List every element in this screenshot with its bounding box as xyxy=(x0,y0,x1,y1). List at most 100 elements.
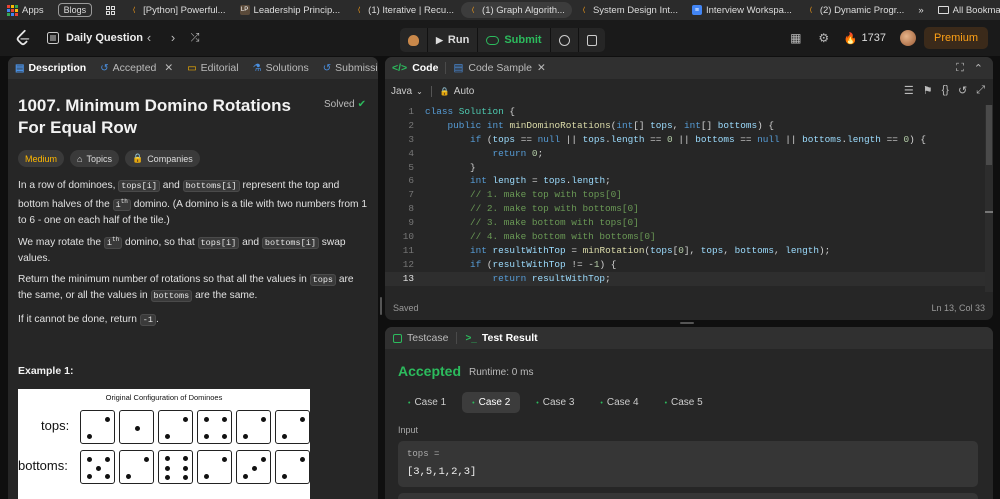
pip xyxy=(165,434,171,439)
tab-accepted[interactable]: ↺ Accepted ✕ xyxy=(93,57,180,79)
tab-editorial[interactable]: ▭ Editorial xyxy=(180,57,245,79)
format-icon[interactable]: ☰ xyxy=(904,84,914,97)
inline-code: tops[i] xyxy=(118,180,160,192)
bookmark-label: (1) Graph Algorith... xyxy=(482,4,565,16)
text: If it cannot be done, return xyxy=(18,314,140,325)
leetcode-logo-icon[interactable] xyxy=(14,29,32,47)
next-problem-button[interactable]: › xyxy=(166,31,180,45)
bookmark-leadership-principles[interactable]: LP Leadership Princip... xyxy=(233,0,348,20)
language-select[interactable]: Java ⌄ xyxy=(391,86,423,97)
bookmark-system-design[interactable]: ⟨ System Design Int... xyxy=(572,0,685,20)
pip xyxy=(299,457,305,462)
close-icon[interactable]: ✕ xyxy=(164,62,173,74)
pip xyxy=(243,474,249,479)
submit-label: Submit xyxy=(504,34,542,46)
inline-code: bottoms[i] xyxy=(182,180,240,192)
code-line[interactable]: 8 // 2. make top with bottoms[0] xyxy=(385,202,985,216)
code-line[interactable]: 12 if (resultWithTop != -1) { xyxy=(385,258,985,272)
pip xyxy=(282,434,288,439)
streak-counter[interactable]: 🔥 1737 xyxy=(844,32,886,45)
tab-code-sample[interactable]: ▤ Code Sample ✕ xyxy=(446,57,552,79)
pass-dot-icon: • xyxy=(536,400,539,407)
streak-count: 1737 xyxy=(861,32,886,44)
braces-icon[interactable]: {} xyxy=(942,84,949,97)
timer-button[interactable] xyxy=(551,28,578,52)
maximize-icon[interactable]: ⛶ xyxy=(956,62,964,75)
tab-test-result[interactable]: >_ Test Result xyxy=(457,327,545,349)
bookmark-python-powerful[interactable]: ⟨ [Python] Powerful... xyxy=(122,0,232,20)
code-line[interactable]: 11 int resultWithTop = minRotation(tops[… xyxy=(385,244,985,258)
prev-problem-button[interactable]: ‹ xyxy=(142,31,156,45)
close-icon[interactable]: ✕ xyxy=(537,62,546,74)
code-line[interactable]: 2 public int minDominoRotations(int[] to… xyxy=(385,119,985,133)
line-number: 10 xyxy=(402,231,414,243)
code-text: // 2. make top with bottoms[0] xyxy=(470,203,639,215)
code-line[interactable]: 5 } xyxy=(385,161,985,175)
code-line[interactable]: 4 return 0; xyxy=(385,147,985,161)
code-line[interactable]: 13 return resultWithTop; xyxy=(385,271,985,286)
pip xyxy=(104,417,110,422)
debug-button[interactable] xyxy=(400,28,427,52)
code-editor[interactable]: 1 class Solution {2 public int minDominoR… xyxy=(385,105,985,292)
all-bookmarks-button[interactable]: All Bookmarks xyxy=(931,0,1000,20)
scroll-thumb[interactable] xyxy=(986,105,992,165)
domino-half xyxy=(236,450,271,484)
tab-code[interactable]: </> Code xyxy=(385,57,445,79)
tab-description[interactable]: ▤ Description xyxy=(8,57,93,79)
code-line[interactable]: 6 int length = tops.length; xyxy=(385,174,985,188)
bookmark-grid[interactable] xyxy=(99,0,122,20)
bookmark-dynamic-programming[interactable]: ⟨ (2) Dynamic Progr... xyxy=(799,0,911,20)
chevron-down-icon: ⌄ xyxy=(416,86,423,96)
expand-icon[interactable]: ⤢ xyxy=(976,84,985,97)
tab-submissions[interactable]: ↺ Submissions xyxy=(316,57,378,79)
premium-button[interactable]: Premium xyxy=(923,27,988,49)
editor-status-bar: Saved Ln 13, Col 33 xyxy=(385,300,993,318)
bookmarks-more-button[interactable]: » xyxy=(911,0,930,20)
companies-chip[interactable]: 🔒 Companies xyxy=(124,150,200,167)
bookmark-blogs[interactable]: Blogs xyxy=(51,0,100,20)
code-line[interactable]: 7 // 1. make top with tops[0] xyxy=(385,188,985,202)
problem-title[interactable]: 1007. Minimum Domino Rotations For Equal… xyxy=(18,95,318,139)
notes-button[interactable] xyxy=(579,28,605,52)
code-line[interactable]: 1 class Solution { xyxy=(385,105,985,119)
reset-icon[interactable]: ↺ xyxy=(958,84,967,97)
bookmark-label: (2) Dynamic Progr... xyxy=(819,4,905,16)
vertical-resize-handle[interactable] xyxy=(380,57,383,499)
case-tab[interactable]: • Case 2 xyxy=(462,392,521,413)
horizontal-resize-handle[interactable] xyxy=(680,322,694,324)
code-line[interactable]: 3 if (tops == null || tops.length == 0 |… xyxy=(385,133,985,147)
auto-mode-toggle[interactable]: 🔒 Auto xyxy=(440,86,475,97)
avatar[interactable] xyxy=(899,30,916,46)
auto-label: Auto xyxy=(453,85,475,97)
tab-solutions[interactable]: ⚗ Solutions xyxy=(246,57,316,79)
submit-button[interactable]: Submit xyxy=(478,28,549,52)
lock-icon: 🔒 xyxy=(439,86,450,96)
editor-scrollbar[interactable] xyxy=(985,105,993,292)
bookmark-iterative-recursive[interactable]: ⟨ (1) Iterative | Recu... xyxy=(347,0,461,20)
case-tab[interactable]: • Case 1 xyxy=(398,392,456,413)
shuffle-icon[interactable]: ⤮ xyxy=(188,31,202,45)
tab-label: Testcase xyxy=(407,332,449,344)
gear-icon[interactable]: ⚙ xyxy=(817,31,831,45)
tab-testcase[interactable]: Testcase xyxy=(385,327,456,349)
description-paragraph: Return the minimum number of rotations s… xyxy=(18,272,370,304)
collapse-icon[interactable]: ⌃ xyxy=(974,62,983,75)
case-tab[interactable]: • Case 3 xyxy=(526,392,584,413)
domino-half xyxy=(236,410,271,444)
problem-list-icon[interactable] xyxy=(47,32,59,44)
run-button[interactable]: ▶ Run xyxy=(428,28,477,52)
text: In a row of dominoes, xyxy=(18,180,119,191)
daily-question-link[interactable]: Daily Question xyxy=(66,32,143,44)
case-tab[interactable]: • Case 4 xyxy=(590,392,648,413)
bookmark-apps[interactable]: Apps xyxy=(0,0,51,20)
bookmark-interview-workspace[interactable]: ≡ Interview Workspa... xyxy=(685,0,799,20)
case-tab[interactable]: • Case 5 xyxy=(655,392,713,413)
layout-icon[interactable]: ▦ xyxy=(789,31,803,45)
bookmark-icon[interactable]: ⚑ xyxy=(923,84,933,97)
line-number: 3 xyxy=(408,133,414,145)
pass-dot-icon: • xyxy=(408,400,411,407)
code-line[interactable]: 9 // 3. make bottom with tops[0] xyxy=(385,216,985,230)
topics-chip[interactable]: ⌂ Topics xyxy=(70,150,119,167)
bookmark-graph-algorithms[interactable]: ⟨ (1) Graph Algorith... xyxy=(461,2,572,18)
code-line[interactable]: 10 // 4. make bottom with bottoms[0] xyxy=(385,230,985,244)
